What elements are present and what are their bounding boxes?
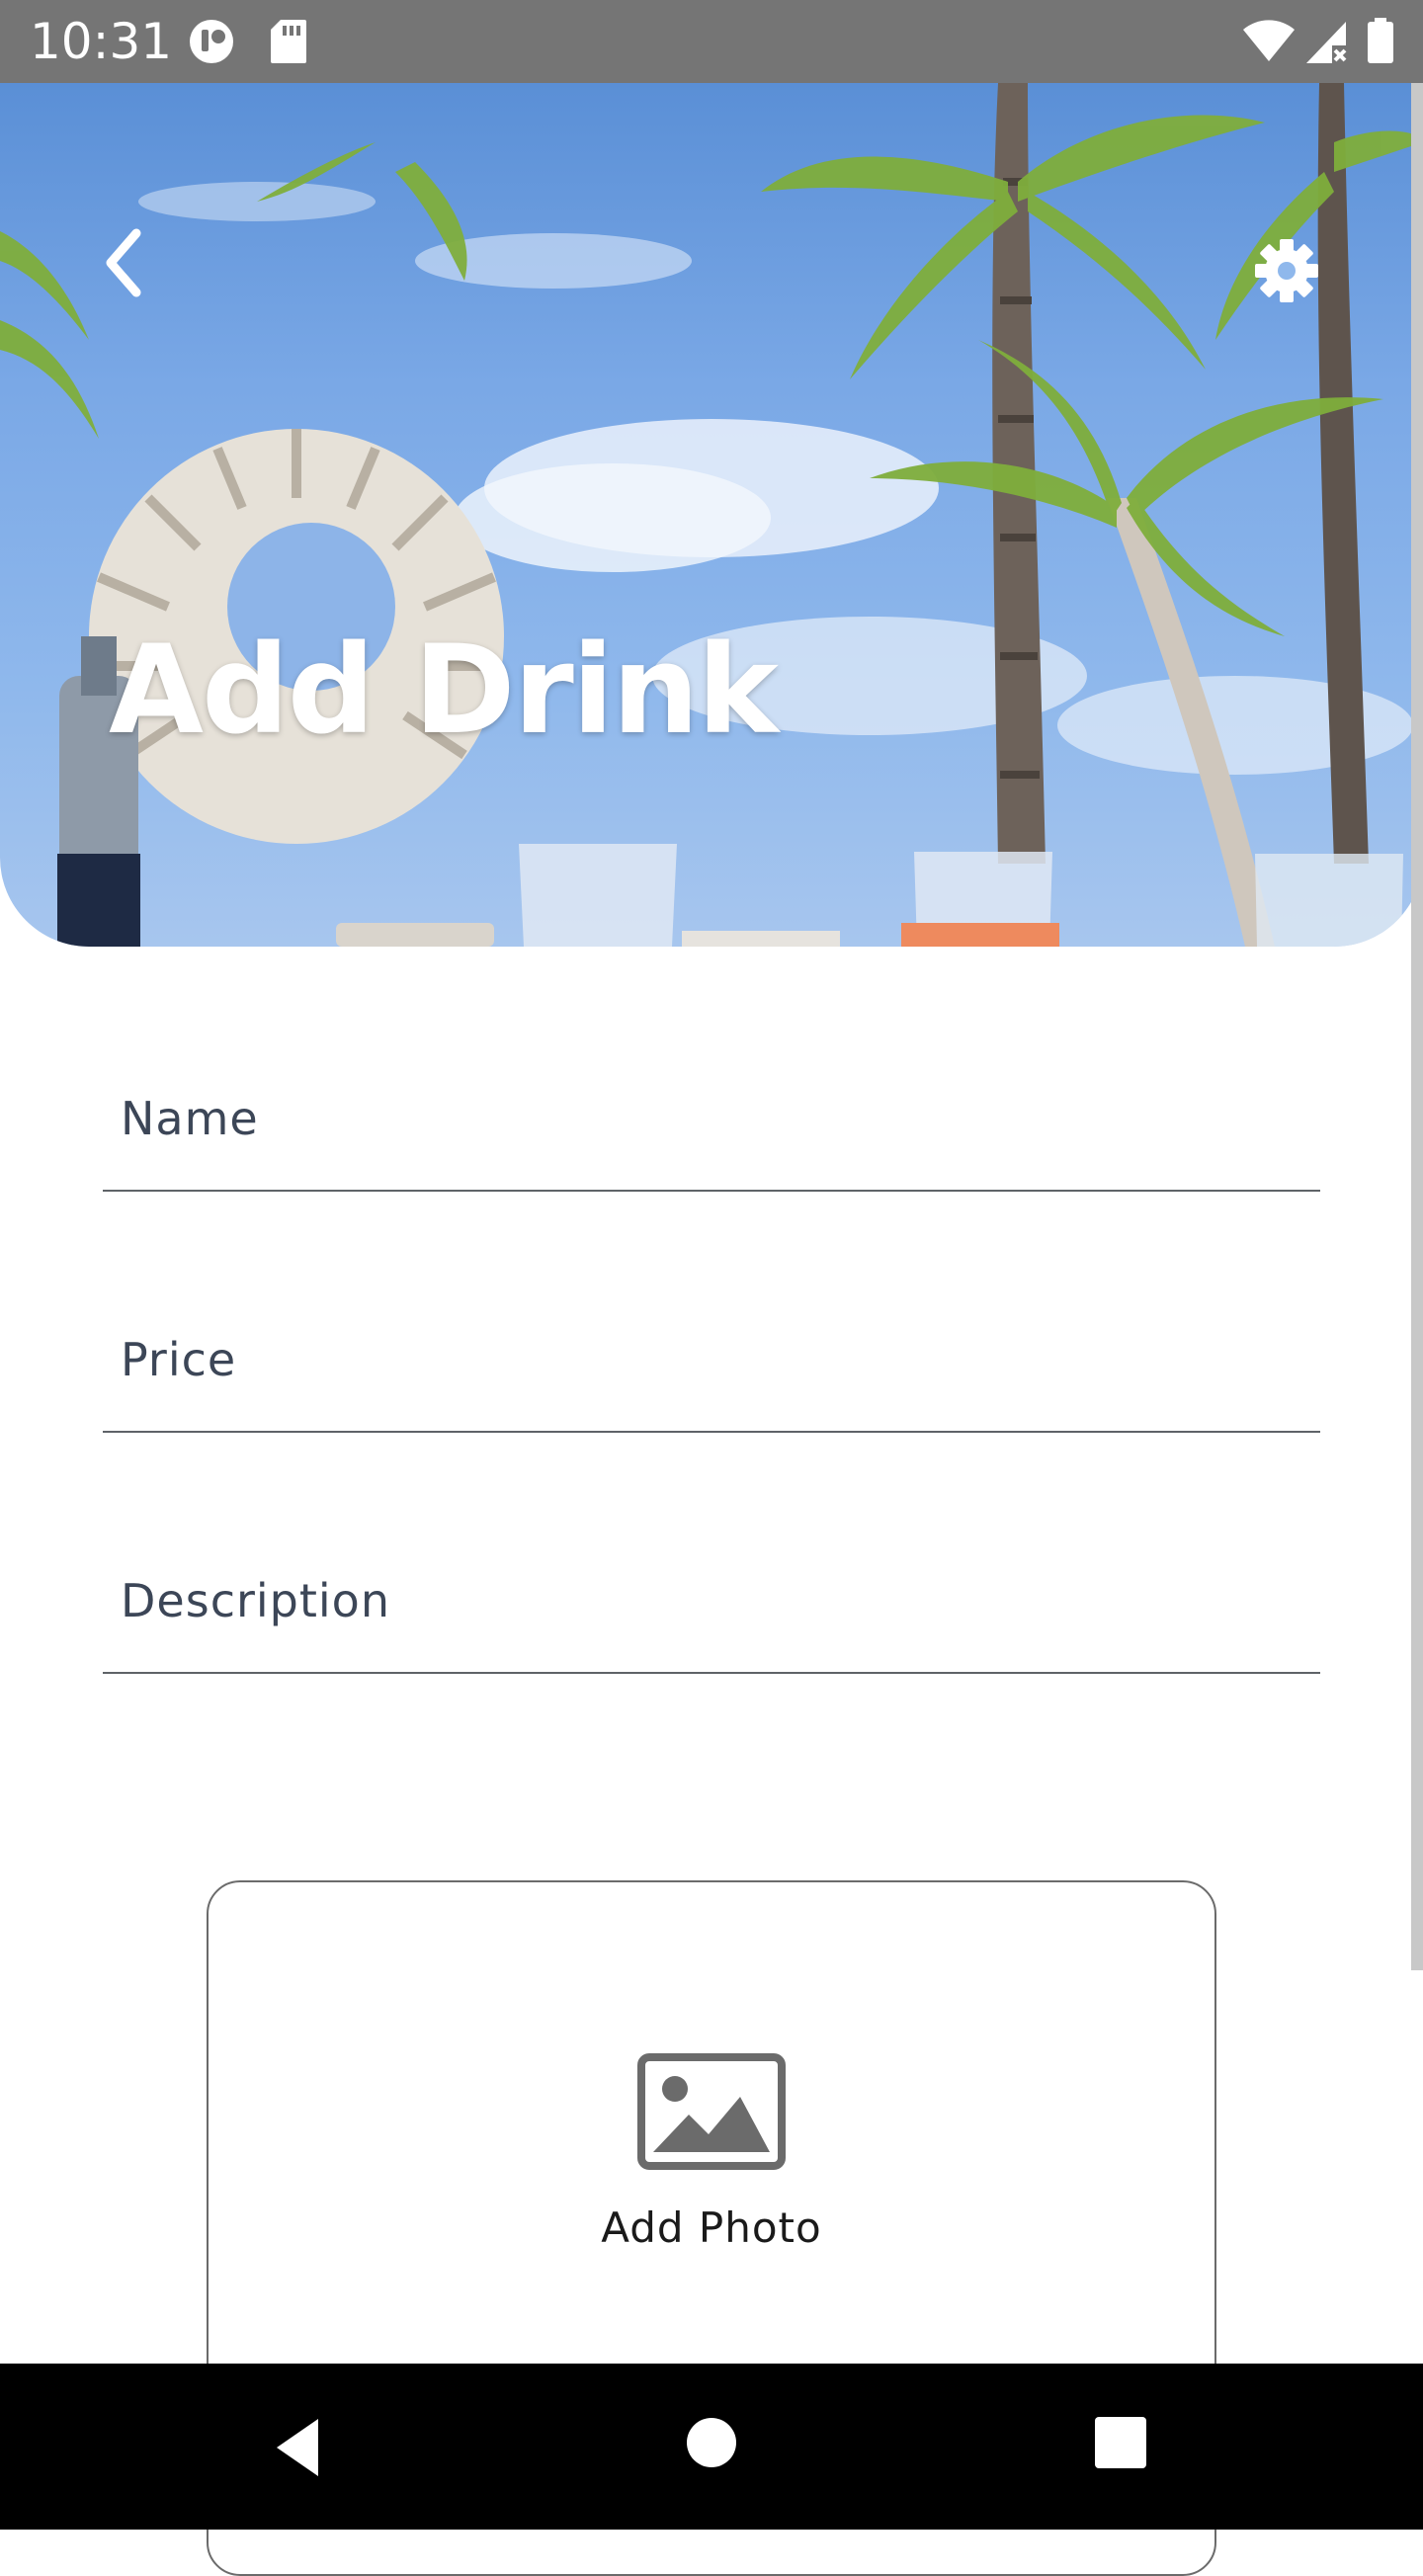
back-triangle-icon[interactable] [267, 2413, 336, 2482]
image-icon [637, 2053, 786, 2170]
status-time: 10:31 [30, 13, 173, 70]
name-input[interactable] [119, 1083, 1298, 1154]
price-input[interactable] [119, 1324, 1298, 1395]
add-photo-label: Add Photo [601, 2203, 822, 2252]
gear-icon [1255, 239, 1318, 302]
header-banner: Add Drink [0, 83, 1423, 947]
battery-icon [1368, 18, 1393, 63]
sd-card-icon [271, 20, 306, 63]
back-button[interactable] [91, 213, 160, 312]
record-icon [190, 20, 233, 63]
name-field[interactable] [103, 1032, 1320, 1192]
chevron-left-icon [106, 228, 141, 297]
navigation-bar [0, 2364, 1423, 2530]
recents-square-icon[interactable] [1091, 2413, 1150, 2472]
scrollbar[interactable] [1411, 83, 1423, 1970]
status-bar: 10:31 [0, 0, 1423, 83]
beach-photo [0, 83, 1423, 947]
wifi-icon [1243, 20, 1295, 61]
home-circle-icon[interactable] [682, 2413, 741, 2472]
description-field[interactable] [103, 1514, 1320, 1674]
price-field[interactable] [103, 1273, 1320, 1433]
page-title: Add Drink [109, 620, 779, 762]
signal-no-data-icon [1306, 22, 1347, 63]
description-input[interactable] [119, 1565, 1298, 1636]
settings-button[interactable] [1247, 231, 1326, 310]
